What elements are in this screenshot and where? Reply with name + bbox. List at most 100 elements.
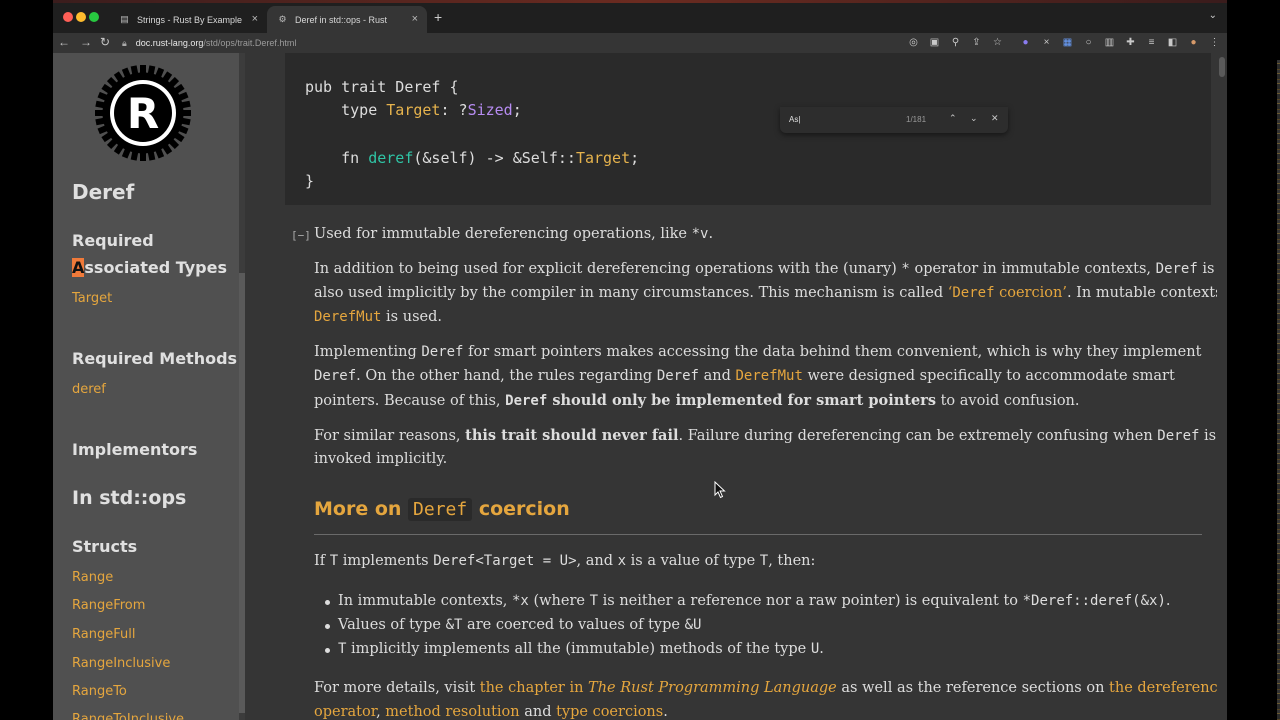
page-find-icon[interactable]: ▣ bbox=[928, 36, 941, 49]
sidebar-item-rangefrom[interactable]: RangeFrom bbox=[72, 598, 145, 613]
type-coercions-link[interactable]: type coercions bbox=[556, 704, 663, 720]
sidebar-section-module[interactable]: In std::ops bbox=[72, 487, 186, 509]
find-next-button[interactable]: ⌄ bbox=[970, 113, 978, 124]
tab-deref[interactable]: ⚙ Deref in std::ops - Rust × bbox=[267, 6, 427, 33]
deref-coercion-link[interactable]: ‘Deref coercion’ bbox=[948, 285, 1067, 301]
derefmut-link[interactable]: DerefMut bbox=[735, 368, 802, 384]
code-line-2: type Target: ?Sized; bbox=[305, 101, 522, 119]
sidebar-item-range[interactable]: Range bbox=[72, 570, 113, 585]
doc-summary: Used for immutable dereferencing operati… bbox=[314, 226, 714, 242]
zoom-icon[interactable]: ⚲ bbox=[949, 36, 962, 49]
method-resolution-link[interactable]: method resolution bbox=[385, 704, 519, 720]
sidebar-section-methods[interactable]: Required Methods bbox=[72, 349, 237, 368]
doc-p1-line2: also used implicitly by the compiler in … bbox=[314, 285, 1227, 301]
reading-list-icon[interactable]: ≡ bbox=[1145, 36, 1158, 49]
code-line-4: } bbox=[305, 172, 315, 190]
tab-rust-by-example[interactable]: ▤ Strings - Rust By Example × bbox=[109, 6, 267, 33]
rust-logo[interactable]: R bbox=[93, 63, 193, 163]
kebab-menu-icon[interactable]: ⋮ bbox=[1208, 36, 1221, 49]
doc-p2-line2: Deref. On the other hand, the rules rega… bbox=[314, 368, 1175, 384]
sidebar-item-rangefull[interactable]: RangeFull bbox=[72, 627, 135, 642]
extension-icon-3[interactable]: ▦ bbox=[1061, 36, 1074, 49]
doc-p1-line3: DerefMut is used. bbox=[314, 309, 442, 325]
find-close-button[interactable]: ✕ bbox=[991, 113, 999, 124]
sidebar-item-rangeinclusive[interactable]: RangeInclusive bbox=[72, 656, 170, 671]
minimize-window-button[interactable] bbox=[76, 12, 86, 22]
sidebar-title[interactable]: Deref bbox=[72, 180, 134, 204]
bookmark-star-icon[interactable]: ☆ bbox=[991, 36, 1004, 49]
sidebar: R Deref Required Associated Types Target… bbox=[53, 53, 239, 720]
main-scrollbar[interactable] bbox=[1217, 53, 1227, 720]
google-lens-icon[interactable]: ◎ bbox=[907, 36, 920, 49]
bullet bbox=[325, 600, 330, 605]
sidebar-item-deref[interactable]: deref bbox=[72, 382, 106, 397]
doc-p4: If T implements Deref<Target = U>, and x… bbox=[314, 553, 816, 569]
sidebar-section-implementors[interactable]: Implementors bbox=[72, 440, 197, 459]
extension-icon-2[interactable]: × bbox=[1040, 36, 1053, 49]
tab-strip: ▤ Strings - Rust By Example × ⚙ Deref in… bbox=[53, 0, 1227, 33]
chevron-down-icon[interactable]: ⌄ bbox=[1209, 10, 1217, 21]
lock-icon: 🔒︎ bbox=[122, 37, 127, 48]
collapse-toggle[interactable]: [−] bbox=[291, 229, 311, 242]
url-path: /std/ops/trait.Deref.html bbox=[203, 38, 297, 48]
sidebar-item-rangetoinclusive[interactable]: RangeToInclusive bbox=[72, 712, 184, 720]
doc-p5-line2: operator, method resolution and type coe… bbox=[314, 704, 668, 720]
extension-icon-4[interactable]: ○ bbox=[1082, 36, 1095, 49]
back-button[interactable]: ← bbox=[58, 35, 70, 49]
mouse-cursor-icon bbox=[714, 481, 726, 499]
doc-p2-line3: pointers. Because of this, Deref should … bbox=[314, 392, 1080, 409]
maximize-window-button[interactable] bbox=[89, 12, 99, 22]
new-tab-button[interactable]: + bbox=[434, 9, 442, 25]
tab-title: Deref in std::ops - Rust bbox=[295, 14, 388, 25]
browser-toolbar: ← → ↻ 🔒︎ doc.rust-lang.org/std/ops/trait… bbox=[53, 33, 1227, 53]
list-item: T implicitly implements all the (immutab… bbox=[338, 641, 824, 657]
avatar[interactable]: ● bbox=[1187, 36, 1200, 49]
list-item: Values of type &T are coerced to values … bbox=[338, 617, 702, 633]
svg-text:R: R bbox=[127, 89, 159, 138]
extension-icon-5[interactable]: ▥ bbox=[1103, 36, 1116, 49]
close-icon[interactable]: × bbox=[412, 13, 418, 25]
tab-title: Strings - Rust By Example bbox=[137, 14, 243, 25]
extension-icon-1[interactable]: ● bbox=[1019, 36, 1032, 49]
list-item: In immutable contexts, *x (where T is ne… bbox=[338, 593, 1171, 609]
right-letterbox bbox=[1227, 0, 1280, 720]
browser-window: ▤ Strings - Rust By Example × ⚙ Deref in… bbox=[53, 0, 1227, 720]
dereference-operator-link[interactable]: operator bbox=[314, 704, 376, 720]
find-bar: As| 1/181 ⌃ ⌄ ✕ bbox=[780, 107, 1008, 133]
rust-book-chapter-link[interactable]: the chapter in The Rust Programming Lang… bbox=[480, 680, 837, 696]
extensions-puzzle-icon[interactable]: ✚ bbox=[1124, 36, 1137, 49]
trait-declaration-code: pub trait Deref { type Target: ?Sized; f… bbox=[285, 53, 1211, 205]
forward-button[interactable]: → bbox=[80, 35, 92, 49]
doc-p3-line1: For similar reasons, this trait should n… bbox=[314, 427, 1217, 444]
derefmut-link[interactable]: DerefMut bbox=[314, 309, 381, 325]
sidebar-section-assoc-2[interactable]: Associated Types bbox=[72, 258, 227, 277]
bullet bbox=[325, 648, 330, 653]
find-match-count: 1/181 bbox=[906, 115, 927, 124]
bullet bbox=[325, 624, 330, 629]
share-icon[interactable]: ⇪ bbox=[970, 36, 983, 49]
page-content: R Deref Required Associated Types Target… bbox=[53, 53, 1227, 720]
reload-button[interactable]: ↻ bbox=[100, 35, 110, 49]
sidebar-section-assoc-1[interactable]: Required bbox=[72, 231, 154, 250]
doc-p2-line1: Implementing Deref for smart pointers ma… bbox=[314, 344, 1202, 360]
sidebar-item-target[interactable]: Target bbox=[72, 291, 112, 306]
find-input[interactable]: As| bbox=[789, 115, 800, 124]
rust-icon: ⚙ bbox=[278, 14, 287, 24]
side-panel-icon[interactable]: ◧ bbox=[1166, 36, 1179, 49]
doc-p3-line2: invoked implicitly. bbox=[314, 451, 448, 467]
find-prev-button[interactable]: ⌃ bbox=[949, 113, 957, 124]
url-host: doc.rust-lang.org bbox=[135, 38, 204, 48]
left-letterbox bbox=[0, 0, 53, 720]
sidebar-section-structs[interactable]: Structs bbox=[72, 537, 137, 556]
document-icon: ▤ bbox=[120, 14, 129, 24]
sidebar-item-rangeto[interactable]: RangeTo bbox=[72, 684, 127, 699]
heading-divider bbox=[314, 534, 1202, 535]
main-docs: pub trait Deref { type Target: ?Sized; f… bbox=[245, 53, 1227, 720]
dereference-operator-link[interactable]: the dereference bbox=[1109, 680, 1226, 696]
section-heading-deref-coercion[interactable]: More on Deref coercion bbox=[314, 498, 570, 521]
code-line-3: fn deref(&self) -> &Self::Target; bbox=[305, 149, 640, 167]
close-icon[interactable]: × bbox=[252, 13, 258, 25]
doc-p5-line1: For more details, visit the chapter in T… bbox=[314, 680, 1227, 696]
address-bar[interactable]: 🔒︎ doc.rust-lang.org/std/ops/trait.Deref… bbox=[122, 34, 296, 52]
close-window-button[interactable] bbox=[63, 12, 73, 22]
